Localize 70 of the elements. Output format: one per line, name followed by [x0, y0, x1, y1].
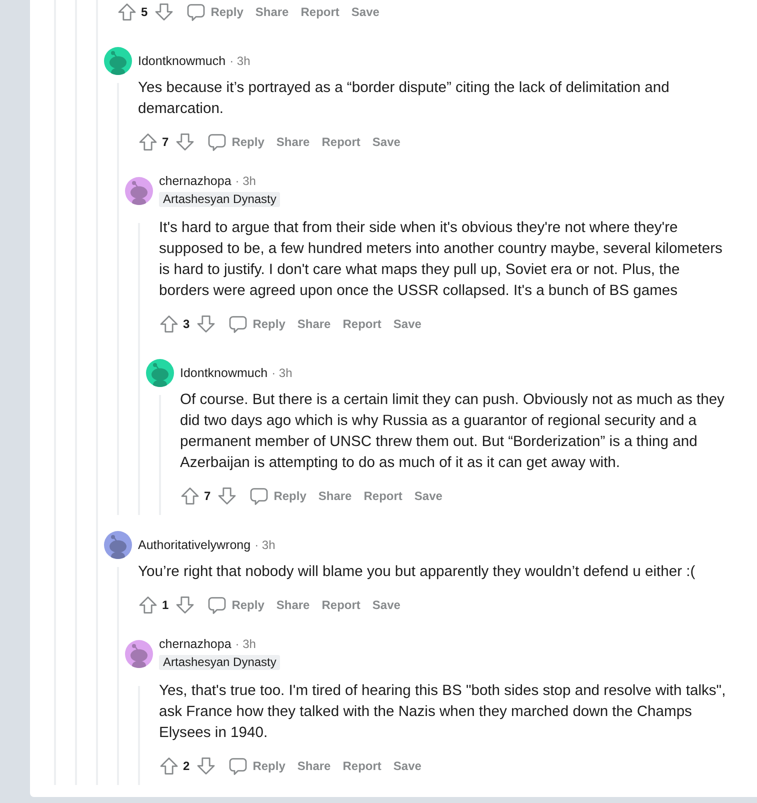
action-button[interactable]: Report — [336, 312, 388, 336]
reply-button[interactable]: Reply — [200, 130, 270, 154]
action-button[interactable]: Save — [408, 484, 448, 508]
comment-icon — [206, 132, 227, 152]
comment-time: · 3h — [254, 537, 276, 553]
avatar-icon[interactable] — [146, 359, 174, 387]
comment-icon — [248, 486, 269, 506]
vote-count: 2 — [183, 759, 190, 773]
upvote-icon[interactable] — [159, 314, 179, 334]
downvote-icon[interactable] — [216, 486, 237, 506]
vote-count: 7 — [162, 135, 169, 149]
reply-button[interactable]: Reply — [180, 0, 250, 24]
username[interactable]: chernazhopa — [159, 173, 232, 189]
action-button[interactable]: Share — [249, 0, 295, 24]
comment-time: · 3h — [235, 636, 256, 652]
downvote-icon[interactable] — [174, 132, 195, 152]
reply-button[interactable]: Reply — [222, 312, 292, 336]
comment-time: · 3h — [230, 53, 250, 69]
action-button[interactable]: Report — [358, 484, 408, 508]
comment-icon — [228, 314, 248, 334]
username[interactable]: chernazhopa — [159, 636, 232, 652]
comment-icon — [228, 756, 248, 776]
vote-count: 5 — [141, 5, 148, 19]
vote-count: 7 — [204, 489, 211, 503]
comment-time: · 3h — [272, 365, 292, 381]
action-button[interactable]: Share — [270, 130, 316, 154]
downvote-icon[interactable] — [196, 756, 216, 776]
upvote-icon[interactable] — [180, 486, 200, 506]
action-button[interactable]: Save — [366, 593, 406, 617]
avatar-icon[interactable] — [125, 177, 153, 205]
comment-text: You’re right that nobody will blame you but apparently they wouldn’t defend u either :( — [138, 563, 696, 582]
action-button[interactable]: Report — [294, 0, 346, 24]
username[interactable]: Idontknowmuch — [138, 53, 226, 69]
action-button[interactable]: Report — [316, 593, 366, 617]
downvote-icon[interactable] — [174, 595, 195, 615]
upvote-icon[interactable] — [159, 756, 179, 776]
username[interactable]: Authoritativelywrong — [138, 537, 251, 553]
action-button[interactable]: Report — [316, 130, 366, 154]
downvote-icon[interactable] — [196, 314, 216, 334]
downvote-icon[interactable] — [154, 2, 174, 22]
action-button[interactable]: Save — [366, 130, 406, 154]
user-flair: Artashesyan Dynasty — [159, 655, 280, 670]
action-button[interactable]: Save — [387, 754, 428, 778]
comment-icon — [206, 595, 227, 615]
upvote-icon[interactable] — [138, 132, 158, 152]
action-button[interactable]: Share — [291, 312, 337, 336]
comment-icon — [186, 2, 206, 22]
vote-count: 3 — [183, 317, 190, 331]
reply-button[interactable]: Reply — [200, 593, 270, 617]
upvote-icon[interactable] — [117, 2, 137, 22]
vote-count: 1 — [162, 598, 169, 612]
comment-text: Yes, that's true too. I'm tired of hearing this BS "both sides stop and resolve with talks", ask France how they talked with the Nazis when they marched down the Champs Elysees in 1940. — [159, 682, 727, 743]
comment-text: Of course. But there is a certain limit they can push. Obviously not as much as they did two days ago which is why Russia as a guarantor of regional security and a permanent member of UNSC threw them out. But “Borderization” is a thing and Azerbaijan is attempting to do as much of it as it can get away with. — [180, 391, 726, 473]
reply-button[interactable]: Reply — [242, 484, 312, 508]
avatar-icon[interactable] — [104, 531, 132, 559]
upvote-icon[interactable] — [138, 595, 158, 615]
action-button[interactable]: Share — [291, 754, 337, 778]
action-button[interactable]: Share — [312, 484, 358, 508]
avatar-icon[interactable] — [104, 47, 132, 75]
avatar-icon[interactable] — [125, 640, 153, 668]
comment-time: · 3h — [235, 173, 256, 189]
action-button[interactable]: Save — [387, 312, 428, 336]
comment-text: Yes because it’s portrayed as a “border dispute” citing the lack of delimitation and demarcation. — [138, 79, 670, 119]
username[interactable]: Idontknowmuch — [180, 365, 268, 381]
action-button[interactable]: Save — [345, 0, 386, 24]
comment-text: It's hard to argue that from their side when it's obvious they're not where they're supposed to be, a few hundred meters into another country maybe, several kilometers is hard to justify. I don't care what maps they pull up, Soviet era or not. Plus, the borders were agreed upon once the USSR collapsed. It's a bunch of BS games — [159, 219, 724, 301]
reply-button[interactable]: Reply — [222, 754, 292, 778]
user-flair: Artashesyan Dynasty — [159, 192, 280, 207]
action-button[interactable]: Share — [270, 593, 316, 617]
action-button[interactable]: Report — [336, 754, 388, 778]
